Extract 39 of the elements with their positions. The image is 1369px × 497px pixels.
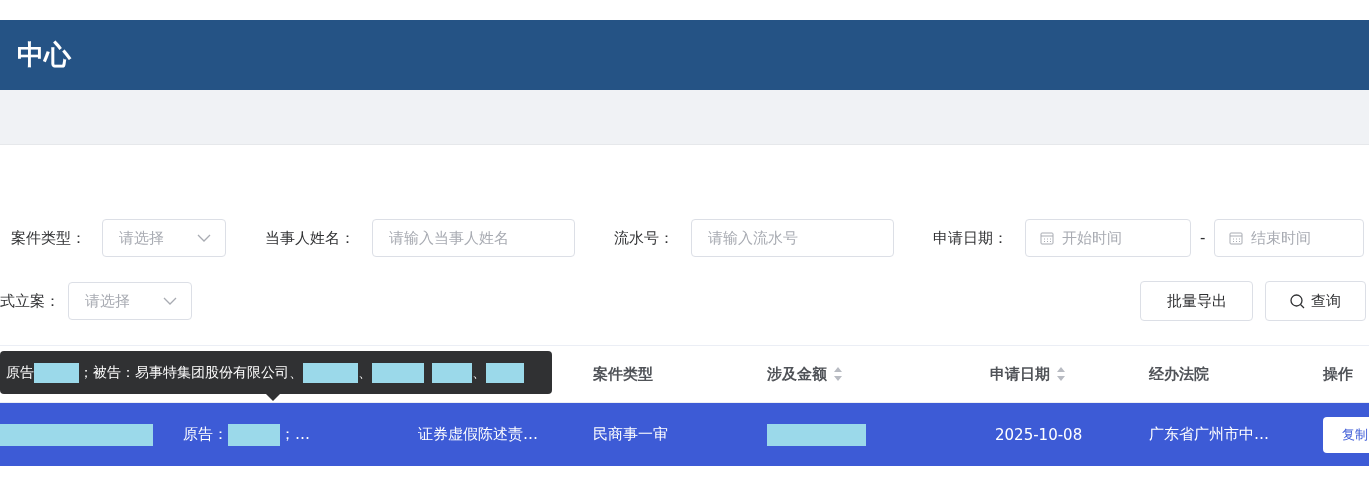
redaction-block — [34, 362, 79, 383]
filter-label: 式立案： — [0, 291, 60, 311]
filter-label: 案件类型： — [11, 228, 86, 248]
table-row[interactable]: 原告： ；… 证券虚假陈述责… 民商事一审 2025-10-08 广东省广州市中… 复制 — [0, 403, 1369, 466]
calendar-icon — [1040, 231, 1054, 245]
search-icon — [1290, 293, 1305, 309]
search-button[interactable]: 查询 — [1265, 281, 1366, 321]
page-title: 中心 — [17, 38, 71, 72]
redaction-block — [432, 362, 472, 383]
filter-label: 当事人姓名： — [265, 228, 355, 248]
sort-icon[interactable] — [1056, 366, 1066, 382]
chevron-down-icon — [197, 234, 211, 242]
redaction-block — [372, 362, 424, 383]
copy-button[interactable]: 复制 — [1323, 416, 1369, 453]
filter-label: 流水号： — [614, 228, 674, 248]
column-header: 操作 — [1322, 364, 1354, 384]
column-header[interactable]: 涉及金额 — [752, 364, 975, 384]
tooltip-text: 、 — [472, 363, 486, 382]
table-cell: 广东省广州市中… — [1149, 425, 1269, 444]
column-header: 案件类型 — [592, 364, 654, 384]
column-header[interactable]: 申请日期 — [975, 364, 1134, 384]
range-separator: - — [1200, 229, 1206, 247]
chevron-down-icon — [163, 297, 177, 305]
table-cell: ；… — [280, 425, 310, 444]
redaction-block — [303, 362, 358, 383]
tooltip-text: 、 — [358, 363, 372, 382]
tooltip-text: ；被告：易事特集团股份有限公司、 — [79, 363, 303, 382]
table-cell: 原告： — [183, 425, 228, 444]
calendar-icon — [1229, 231, 1244, 245]
filter-label: 申请日期： — [933, 228, 1008, 248]
table-cell: 证券虚假陈述责… — [418, 425, 538, 444]
redaction-block — [486, 362, 524, 383]
tooltip-text: 原告 — [6, 363, 34, 382]
column-header: 经办法院 — [1148, 364, 1210, 384]
sort-icon[interactable] — [833, 366, 843, 382]
export-button[interactable]: 批量导出 — [1140, 281, 1253, 321]
table-cell: 民商事一审 — [593, 425, 668, 444]
redaction-block — [228, 423, 280, 446]
table-cell: 2025-10-08 — [995, 425, 1083, 444]
